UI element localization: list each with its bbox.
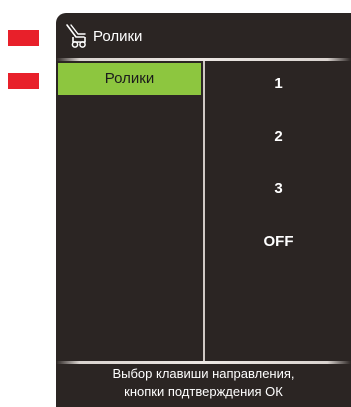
column-divider xyxy=(203,61,205,361)
help-text-line: кнопки подтверждения ОК xyxy=(124,384,283,399)
menu-item-selected[interactable]: Ролики xyxy=(58,63,201,95)
mouse-roller-icon xyxy=(66,24,86,48)
osd-menu-panel: Ролики Ролики 1 2 3 OFF Выбор клавиши на… xyxy=(56,13,351,407)
option-off[interactable]: OFF xyxy=(206,230,351,254)
divider xyxy=(56,361,351,364)
menu-header: Ролики xyxy=(56,13,351,57)
help-text: Выбор клавиши направления, кнопки подтве… xyxy=(56,365,351,401)
option-3[interactable]: 3 xyxy=(206,177,351,201)
help-text-line: Выбор клавиши направления, xyxy=(112,366,295,381)
option-1[interactable]: 1 xyxy=(206,72,351,96)
option-2[interactable]: 2 xyxy=(206,125,351,149)
red-marker xyxy=(8,73,39,89)
page-title: Ролики xyxy=(93,28,143,45)
red-marker xyxy=(8,30,39,46)
